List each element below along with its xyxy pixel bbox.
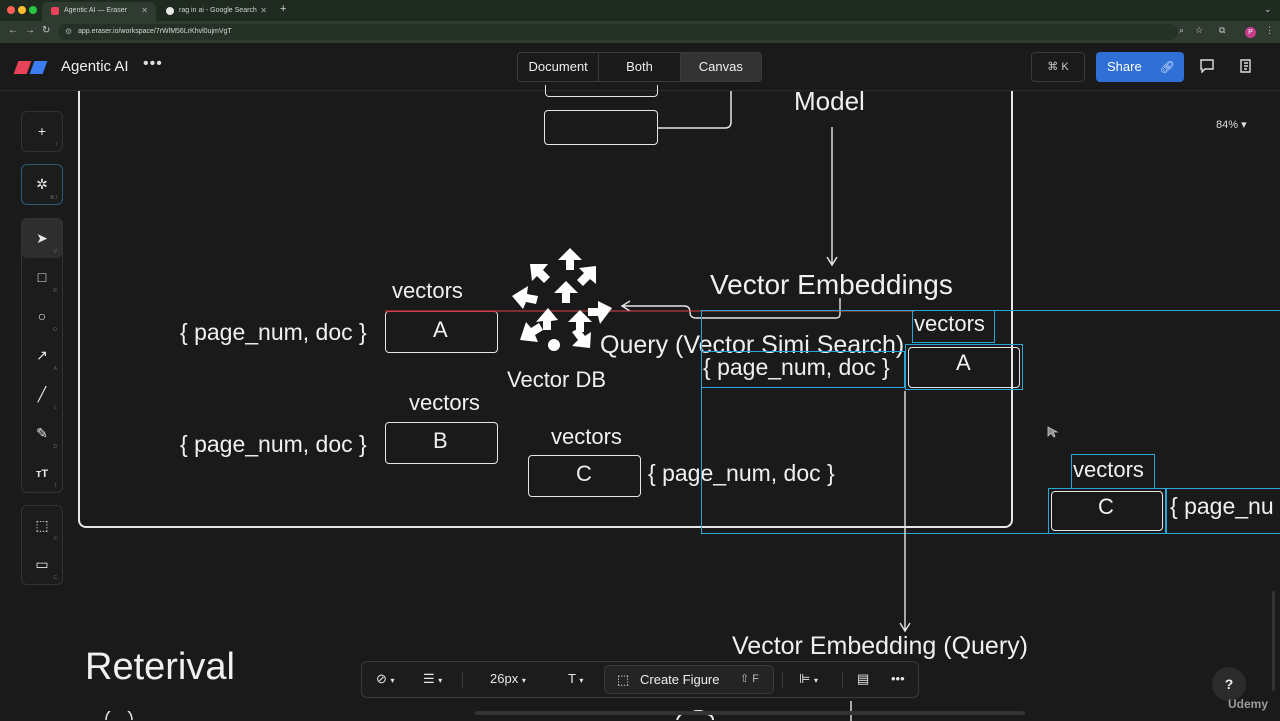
format-toolbar: ⊘ ▾ ☰ ▾ 26px ▾ T ▾ ⬚ Create Figure ⇧ F ⊫… — [361, 661, 919, 698]
browser-tab-google[interactable]: rag in ai - Google Search ✕ — [157, 2, 275, 21]
comment-icon[interactable]: ▤ — [857, 671, 869, 687]
selected-meta-label-a[interactable]: { page_num, doc } — [703, 354, 890, 381]
more-icon[interactable]: ••• — [891, 671, 905, 686]
box-c-label: C — [576, 461, 592, 486]
horizontal-scrollbar[interactable] — [475, 711, 1025, 715]
font-size-value: 26px — [490, 671, 519, 686]
google-favicon-icon — [166, 7, 174, 15]
vectors-label-c[interactable]: vectors — [551, 424, 622, 450]
tab-canvas[interactable]: Canvas — [680, 53, 761, 81]
vectors-label-a[interactable]: vectors — [392, 278, 463, 304]
site-info-icon[interactable]: ⚙ — [65, 27, 72, 36]
align-icon[interactable]: ⊫ ▾ — [799, 671, 818, 687]
new-tab-icon[interactable]: + — [280, 3, 286, 15]
address-bar: ← → ↻ ⚙ app.eraser.io/workspace/7rWlM56L… — [0, 21, 1280, 43]
command-palette-button[interactable]: ⌘ K — [1031, 52, 1085, 82]
vector-db-label[interactable]: Vector DB — [507, 367, 606, 393]
tab-search-icon[interactable]: ⌄ — [1264, 4, 1272, 15]
selected-vectors-label-a[interactable]: vectors — [914, 311, 985, 337]
text-style-value: T — [568, 671, 576, 686]
vectors-label-b[interactable]: vectors — [409, 390, 480, 416]
model-arrow — [826, 127, 838, 267]
back-icon[interactable]: ← — [8, 25, 18, 36]
query-arrow — [899, 391, 911, 633]
box-b-label: B — [433, 428, 448, 453]
fill-none-icon[interactable]: ⊘ ▾ — [376, 671, 395, 687]
vector-embedding-query-label[interactable]: Vector Embedding (Query) — [732, 632, 1028, 661]
reload-icon[interactable]: ↻ — [42, 25, 50, 36]
close-window-button[interactable] — [7, 6, 15, 14]
tab-document[interactable]: Document — [518, 53, 600, 81]
tab-label: rag in ai - Google Search — [179, 7, 257, 14]
selected-box-a-label: A — [956, 350, 971, 375]
box-a-label: A — [433, 317, 448, 342]
meta-label-b[interactable]: { page_num, doc } — [180, 431, 367, 458]
create-figure-shortcut: ⇧ F — [740, 673, 759, 685]
font-size-select[interactable]: 26px ▾ — [490, 671, 526, 686]
url-field[interactable]: ⚙ app.eraser.io/workspace/7rWlM56LrKhvl0… — [58, 24, 1178, 40]
eraser-favicon-icon — [51, 7, 59, 15]
diagram-canvas[interactable]: Model Vector Embeddings Vector DB vector… — [0, 85, 1280, 721]
stroke-style-icon[interactable]: ☰ ▾ — [423, 671, 442, 687]
bookmark-star-icon[interactable]: ☆ — [1195, 25, 1203, 36]
minimize-window-button[interactable] — [18, 6, 26, 14]
comments-icon[interactable] — [1199, 59, 1215, 73]
forward-icon[interactable]: → — [25, 25, 35, 36]
copy-link-icon[interactable]: 🔗︎ — [1160, 52, 1175, 82]
share-label: Share — [1107, 59, 1142, 74]
retrieval-title[interactable]: Reterival — [85, 646, 235, 689]
zoom-search-icon[interactable]: ⌕ — [1179, 25, 1184, 36]
tab-both[interactable]: Both — [599, 53, 681, 81]
selected-vectors-label-c[interactable]: vectors — [1073, 457, 1144, 483]
browser-tab-eraser[interactable]: Agentic AI — Eraser ✕ — [42, 2, 156, 21]
maximize-window-button[interactable] — [29, 6, 37, 14]
outline-panel-icon[interactable] — [1238, 59, 1254, 73]
more-options-icon[interactable]: ••• — [143, 55, 163, 73]
close-tab-icon[interactable]: ✕ — [260, 6, 267, 15]
tab-label: Agentic AI — Eraser — [64, 7, 128, 14]
partial-box-top[interactable] — [545, 85, 658, 97]
drag-cursor-icon — [1047, 426, 1059, 438]
browser-tab-bar: Agentic AI — Eraser ✕ rag in ai - Google… — [0, 0, 1280, 21]
app-header: Agentic AI ••• Document Both Canvas ⌘ K … — [0, 43, 1280, 91]
udemy-watermark: Udemy — [1228, 697, 1269, 711]
meta-label-a[interactable]: { page_num, doc } — [180, 319, 367, 346]
share-button[interactable]: Share 🔗︎ — [1096, 52, 1184, 82]
frame-plus-icon: ⬚ — [617, 672, 630, 687]
create-figure-label: Create Figure — [640, 672, 720, 687]
view-switcher: Document Both Canvas — [517, 52, 762, 82]
partial-circle-shape — [105, 711, 133, 720]
document-title[interactable]: Agentic AI — [61, 58, 129, 75]
help-button[interactable]: ? — [1212, 667, 1246, 701]
close-tab-icon[interactable]: ✕ — [141, 6, 148, 15]
profile-avatar[interactable]: P — [1245, 27, 1256, 38]
extensions-icon[interactable]: ⧉ — [1219, 25, 1225, 36]
connector-bracket — [658, 91, 732, 129]
vertical-scrollbar[interactable] — [1272, 591, 1275, 691]
create-figure-button[interactable]: ⬚ Create Figure ⇧ F — [604, 665, 774, 694]
url-text: app.eraser.io/workspace/7rWlM56LrKhvl0uj… — [78, 28, 232, 35]
model-label[interactable]: Model — [794, 86, 865, 117]
partial-box-middle[interactable] — [544, 110, 658, 145]
text-style-select[interactable]: T ▾ — [568, 671, 583, 686]
menu-dots-icon[interactable]: ⋮ — [1265, 25, 1274, 36]
selected-box-c-label: C — [1098, 494, 1114, 519]
selected-meta-label-c[interactable]: { page_nu — [1170, 493, 1274, 520]
